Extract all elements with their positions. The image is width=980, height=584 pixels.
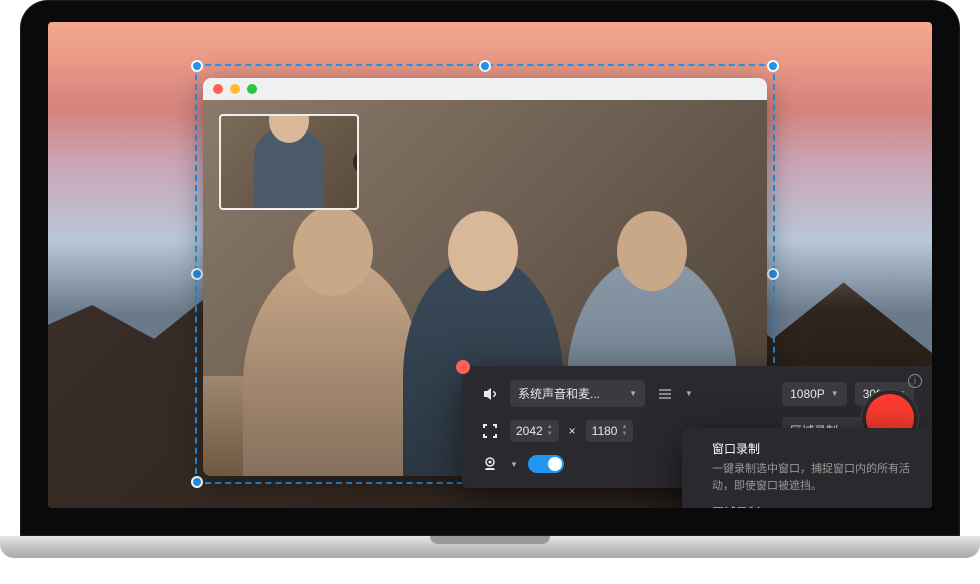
recording-toolbar: i 系统声音和麦... ▼ ▼ (462, 366, 932, 488)
macbook-base (0, 536, 980, 558)
window-close-button[interactable] (213, 84, 223, 94)
chevron-down-icon: ▼ (510, 460, 518, 469)
mode-option-area[interactable]: ✓ 区域录制 自定义录制区域，直接拖拽改变录制窗口大小。 (696, 504, 918, 508)
window-maximize-button[interactable] (247, 84, 257, 94)
resize-handle-bottom-left[interactable] (191, 476, 203, 488)
width-input[interactable]: 2042 ▲▼ (510, 420, 559, 442)
macbook-frame: i 系统声音和麦... ▼ ▼ (20, 0, 960, 558)
height-value: 1180 (592, 424, 618, 438)
resize-handle-middle-left[interactable] (191, 268, 203, 280)
check-icon: ✓ (694, 506, 703, 508)
window-titlebar (203, 78, 767, 100)
pip-person (254, 128, 324, 210)
webcam-pip-overlay[interactable] (219, 114, 359, 210)
desktop-screen: i 系统声音和麦... ▼ ▼ (48, 22, 932, 508)
resize-handle-top-left[interactable] (191, 60, 203, 72)
mode-option-title: 区域录制 (712, 504, 918, 508)
window-minimize-button[interactable] (230, 84, 240, 94)
speaker-icon (480, 384, 500, 404)
chevron-down-icon: ▼ (831, 389, 839, 398)
audio-source-label: 系统声音和麦... (518, 385, 600, 402)
stepper-icon[interactable]: ▲▼ (547, 424, 553, 437)
height-input[interactable]: 1180 ▲▼ (586, 420, 634, 442)
mode-option-title: 窗口录制 (712, 440, 918, 457)
fullscreen-icon (480, 421, 500, 441)
mode-dropdown-menu: 窗口录制 一键录制选中窗口，捕捉窗口内的所有活动，即使窗口被遮挡。 ✓ 区域录制… (682, 428, 932, 508)
stepper-icon[interactable]: ▲▼ (621, 424, 627, 437)
resolution-dropdown[interactable]: 1080P ▼ (782, 382, 847, 406)
panel-close-button[interactable] (456, 360, 470, 374)
resize-handle-top-middle[interactable] (479, 60, 491, 72)
resize-handle-middle-right[interactable] (767, 268, 779, 280)
width-value: 2042 (516, 424, 543, 438)
webcam-icon (480, 454, 500, 474)
mode-option-window[interactable]: 窗口录制 一键录制选中窗口，捕捉窗口内的所有活动，即使窗口被遮挡。 (696, 440, 918, 494)
chevron-down-icon: ▼ (629, 389, 637, 398)
mode-option-description: 一键录制选中窗口，捕捉窗口内的所有活动，即使窗口被遮挡。 (712, 461, 918, 494)
resolution-label: 1080P (790, 387, 825, 401)
list-icon[interactable] (655, 384, 675, 404)
resize-handle-top-right[interactable] (767, 60, 779, 72)
dimension-separator: × (569, 424, 576, 438)
screen-bezel: i 系统声音和麦... ▼ ▼ (20, 0, 960, 536)
info-icon[interactable]: i (908, 374, 922, 388)
chevron-down-icon: ▼ (685, 389, 693, 398)
audio-source-dropdown[interactable]: 系统声音和麦... ▼ (510, 380, 645, 407)
move-icon[interactable] (353, 150, 359, 174)
scene-person (243, 256, 423, 476)
webcam-toggle[interactable] (528, 455, 564, 473)
